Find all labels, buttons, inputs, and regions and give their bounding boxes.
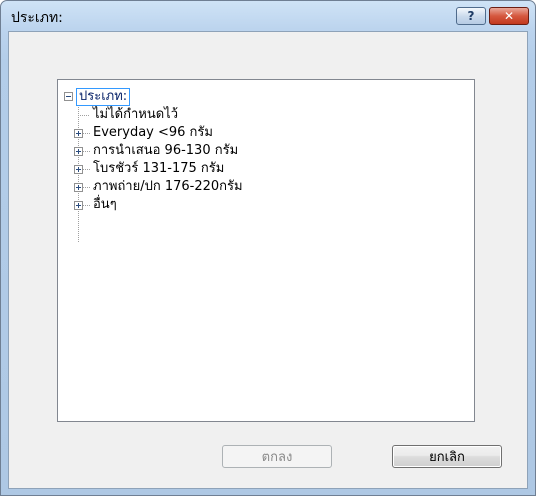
tree-connector <box>78 115 90 116</box>
close-icon: ✕ <box>503 9 515 23</box>
expand-icon[interactable] <box>74 147 83 156</box>
tree-item-label: โบรชัวร์ 131-175 กรัม <box>93 161 225 176</box>
title-bar[interactable]: ประเภท: ? ✕ <box>1 1 535 31</box>
tree-item-label: อื่นๆ <box>93 197 117 212</box>
tree-connector <box>83 205 91 206</box>
tree-connector <box>83 169 91 170</box>
expand-icon[interactable] <box>74 129 83 138</box>
expand-icon[interactable] <box>74 183 83 192</box>
tree-connector <box>83 187 91 188</box>
tree-connector <box>83 133 91 134</box>
expand-icon[interactable] <box>74 201 83 210</box>
tree-item-label: การนำเสนอ 96-130 กรัม <box>93 143 239 158</box>
dialog-window: ประเภท: ? ✕ ประเภท: ไม่ได้กำหนดไว้ Every… <box>0 0 536 496</box>
help-button[interactable]: ? <box>456 7 486 25</box>
close-button[interactable]: ✕ <box>489 7 529 25</box>
tree-root-label: ประเภท: <box>76 88 131 106</box>
category-tree[interactable]: ประเภท: ไม่ได้กำหนดไว้ Everyday <96 กรัม… <box>57 79 475 422</box>
tree-item-label: Everyday <96 กรัม <box>93 125 213 140</box>
ok-button[interactable]: ตกลง <box>222 445 332 468</box>
collapse-icon[interactable] <box>64 92 73 101</box>
cancel-button[interactable]: ยกเลิก <box>392 445 502 468</box>
help-icon: ? <box>467 9 475 23</box>
dialog-title: ประเภท: <box>11 10 63 26</box>
expand-icon[interactable] <box>74 165 83 174</box>
tree-item-label: ไม่ได้กำหนดไว้ <box>93 107 178 122</box>
tree-connector <box>83 151 91 152</box>
tree-item-label: ภาพถ่าย/ปก 176-220กรัม <box>93 179 243 194</box>
dialog-body: ประเภท: ไม่ได้กำหนดไว้ Everyday <96 กรัม… <box>8 31 528 489</box>
